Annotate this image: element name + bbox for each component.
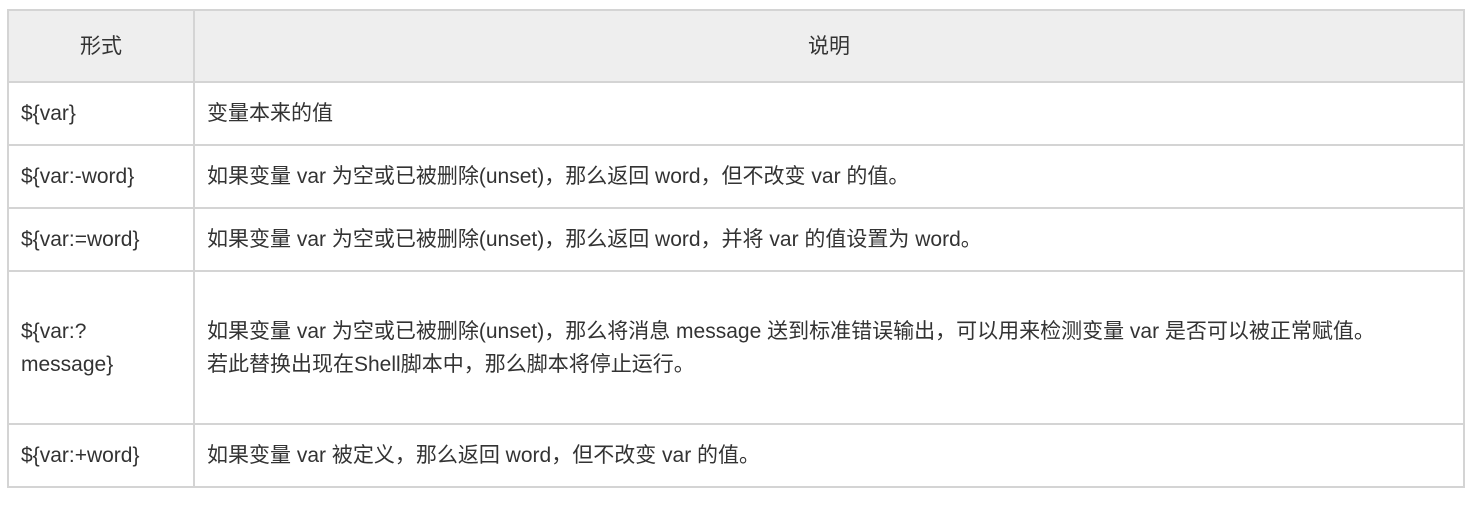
table-row: ${var:-word} 如果变量 var 为空或已被删除(unset)，那么返… bbox=[7, 144, 1465, 209]
table-row: ${var:=word} 如果变量 var 为空或已被删除(unset)，那么返… bbox=[7, 207, 1465, 272]
table-row: ${var:? message} 如果变量 var 为空或已被删除(unset)… bbox=[7, 270, 1465, 425]
table-header-row: 形式 说明 bbox=[7, 9, 1465, 83]
description-line: 如果变量 var 为空或已被删除(unset)，那么将消息 message 送到… bbox=[207, 319, 1375, 343]
header-description: 说明 bbox=[193, 9, 1465, 83]
description-cell: 如果变量 var 被定义，那么返回 word，但不改变 var 的值。 bbox=[193, 423, 1465, 488]
form-cell: ${var} bbox=[7, 81, 195, 146]
form-cell: ${var:+word} bbox=[7, 423, 195, 488]
form-cell: ${var:? message} bbox=[7, 270, 195, 425]
form-cell: ${var:=word} bbox=[7, 207, 195, 272]
form-cell: ${var:-word} bbox=[7, 144, 195, 209]
description-cell: 变量本来的值 bbox=[193, 81, 1465, 146]
table-row: ${var} 变量本来的值 bbox=[7, 81, 1465, 146]
description-cell: 如果变量 var 为空或已被删除(unset)，那么返回 word，并将 var… bbox=[193, 207, 1465, 272]
description-cell: 如果变量 var 为空或已被删除(unset)，那么将消息 message 送到… bbox=[193, 270, 1465, 425]
header-form: 形式 bbox=[7, 9, 195, 83]
table-row: ${var:+word} 如果变量 var 被定义，那么返回 word，但不改变… bbox=[7, 423, 1465, 488]
description-cell: 如果变量 var 为空或已被删除(unset)，那么返回 word，但不改变 v… bbox=[193, 144, 1465, 209]
description-line: 若此替换出现在Shell脚本中，那么脚本将停止运行。 bbox=[207, 352, 695, 376]
variable-substitution-table: 形式 说明 ${var} 变量本来的值 ${var:-word} 如果变量 va… bbox=[7, 9, 1465, 488]
